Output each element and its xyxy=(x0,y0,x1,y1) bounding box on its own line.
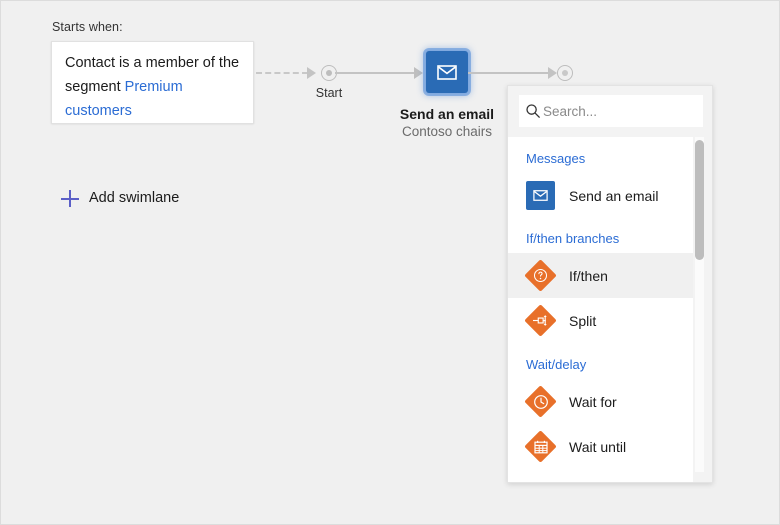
trigger-card-text: Contact is a member of the segment Premi… xyxy=(65,51,242,123)
step-item-label: If/then xyxy=(569,268,608,284)
panel-scrollbar-thumb[interactable] xyxy=(695,140,704,260)
add-swimlane-label: Add swimlane xyxy=(89,190,179,206)
add-step-flyout-panel: Messages Send an email If/then branches xyxy=(507,85,713,483)
arrowhead-icon-email xyxy=(414,67,423,79)
question-mark-icon xyxy=(526,261,555,290)
search-icon xyxy=(525,103,541,119)
group-header-ifthen-branches: If/then branches xyxy=(508,218,693,253)
group-header-wait-delay: Wait/delay xyxy=(508,343,693,379)
step-item-wait-for[interactable]: Wait for xyxy=(508,379,693,424)
step-item-label: Send an email xyxy=(569,188,659,204)
search-input[interactable] xyxy=(541,104,713,119)
connector-start-to-email xyxy=(335,72,417,74)
step-type-list: Messages Send an email If/then branches xyxy=(508,137,693,482)
plus-icon xyxy=(61,189,79,207)
email-node-subtitle: Contoso chairs xyxy=(387,124,507,139)
email-node[interactable] xyxy=(426,51,468,93)
starts-when-label: Starts when: xyxy=(52,20,123,34)
step-item-label: Split xyxy=(569,313,596,329)
trigger-card[interactable]: Contact is a member of the segment Premi… xyxy=(51,41,254,124)
step-item-label: Wait until xyxy=(569,439,626,455)
envelope-icon xyxy=(437,65,457,80)
step-item-send-an-email[interactable]: Send an email xyxy=(508,173,693,218)
start-node-label: Start xyxy=(301,86,357,100)
calendar-icon xyxy=(526,432,555,461)
journey-designer-canvas: Starts when: Contact is a member of the … xyxy=(0,0,780,525)
envelope-icon xyxy=(526,181,555,210)
clock-icon xyxy=(526,387,555,416)
step-item-label: Wait for xyxy=(569,394,617,410)
step-item-if-then[interactable]: If/then xyxy=(508,253,693,298)
connector-email-to-end xyxy=(468,72,552,74)
step-item-split[interactable]: Split xyxy=(508,298,693,343)
arrowhead-icon-start xyxy=(307,67,316,79)
step-item-wait-until[interactable]: Wait until xyxy=(508,424,693,469)
connector-dashed-trigger-to-start xyxy=(256,72,308,74)
email-node-title: Send an email xyxy=(387,106,507,122)
add-swimlane-button[interactable]: Add swimlane xyxy=(61,189,179,207)
end-node[interactable] xyxy=(557,65,573,81)
search-box[interactable] xyxy=(519,95,703,127)
arrowhead-icon-end xyxy=(548,67,557,79)
split-branch-icon xyxy=(526,306,555,335)
group-header-messages: Messages xyxy=(508,137,693,173)
